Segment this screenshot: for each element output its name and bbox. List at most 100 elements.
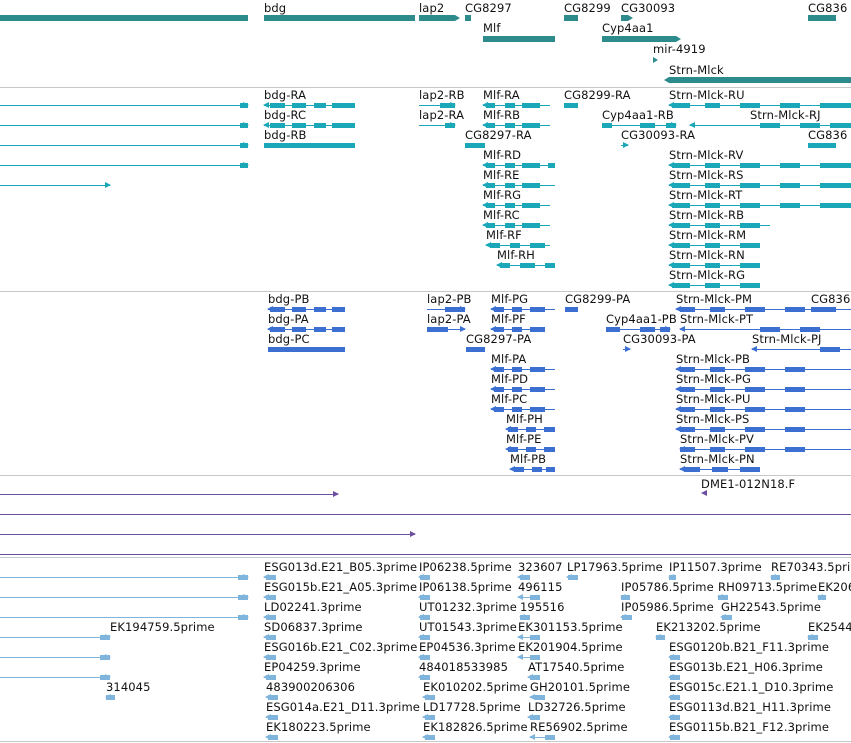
strand-arrow[interactable] xyxy=(751,346,757,352)
exon-block[interactable] xyxy=(522,183,540,188)
transcript-label[interactable]: Strn-Mlck-RT xyxy=(669,189,742,202)
exon-block[interactable] xyxy=(808,635,818,640)
exon-block[interactable] xyxy=(712,467,728,472)
exon-block[interactable] xyxy=(740,223,760,228)
strand-arrow[interactable] xyxy=(460,326,466,332)
exon-block[interactable] xyxy=(522,163,540,168)
strand-arrow[interactable] xyxy=(455,15,460,21)
transcript-label[interactable]: Strn-Mlck-PU xyxy=(676,393,751,406)
exon-block[interactable] xyxy=(494,367,504,372)
exon-block[interactable] xyxy=(240,123,248,128)
exon-block[interactable] xyxy=(740,163,760,168)
exon-block[interactable] xyxy=(314,123,326,128)
exon-block[interactable] xyxy=(680,427,695,432)
feature-line[interactable] xyxy=(0,165,248,166)
exon-block[interactable] xyxy=(266,575,276,580)
exon-block[interactable] xyxy=(266,655,276,660)
exon-block[interactable] xyxy=(745,447,765,452)
strand-arrow[interactable] xyxy=(263,102,269,108)
exon-block[interactable] xyxy=(672,223,690,228)
exon-block[interactable] xyxy=(425,695,435,700)
exon-block[interactable] xyxy=(820,203,851,208)
exon-block[interactable] xyxy=(425,735,435,740)
est-label[interactable]: AT17540.5prime xyxy=(528,661,624,674)
exon-block[interactable] xyxy=(670,655,680,660)
exon-block[interactable] xyxy=(800,327,820,332)
transcript-label[interactable]: Mlf-PE xyxy=(506,433,542,446)
exon-block[interactable] xyxy=(670,675,680,680)
exon-block[interactable] xyxy=(568,575,578,580)
transcript-label[interactable]: Mlf-PG xyxy=(491,293,528,306)
exon-block[interactable] xyxy=(238,575,248,580)
transcript-label[interactable]: Strn-Mlck-RM xyxy=(669,229,746,242)
transcript-label[interactable]: lap2-PB xyxy=(427,293,472,306)
exon-block[interactable] xyxy=(505,103,515,108)
est-label[interactable]: IP11507.3prime xyxy=(669,561,762,574)
transcript-label[interactable]: Mlf-RB xyxy=(483,109,520,122)
exon-block[interactable] xyxy=(710,387,725,392)
strand-arrow[interactable] xyxy=(679,326,685,332)
exon-block[interactable] xyxy=(425,715,435,720)
est-label[interactable]: 195516 xyxy=(520,601,565,614)
est-label[interactable]: LP17963.5prime xyxy=(567,561,663,574)
transcript-label[interactable]: Strn-Mlck-PJ xyxy=(752,333,822,346)
exon-block[interactable] xyxy=(270,123,285,128)
est-label[interactable]: ESG0113d.B21_H11.3prime xyxy=(669,701,831,714)
transcript-label[interactable]: Strn-Mlck-RS xyxy=(669,169,744,182)
exon-block[interactable] xyxy=(483,36,555,42)
transcript-label[interactable]: CG8297-RA xyxy=(465,129,532,142)
strand-arrow[interactable] xyxy=(664,77,669,83)
est-label[interactable]: ESG0120b.B21_F11.3prime xyxy=(669,641,829,654)
exon-block[interactable] xyxy=(292,123,306,128)
exon-block[interactable] xyxy=(530,243,545,248)
exon-block[interactable] xyxy=(440,103,455,108)
transcript-label[interactable]: Cyp4aa1-PB xyxy=(606,313,677,326)
exon-block[interactable] xyxy=(420,615,430,620)
exon-block[interactable] xyxy=(270,307,285,312)
feature-line[interactable] xyxy=(0,514,851,515)
exon-block[interactable] xyxy=(830,123,851,128)
exon-block[interactable] xyxy=(811,307,836,312)
transcript-label[interactable]: Strn-Mlck-PB xyxy=(676,353,750,366)
transcript-label[interactable]: Mlf-RD xyxy=(483,149,521,162)
feature-line[interactable] xyxy=(0,185,110,186)
exon-block[interactable] xyxy=(427,327,448,332)
exon-block[interactable] xyxy=(740,203,760,208)
transcript-label[interactable]: bdg-RC xyxy=(264,109,306,122)
exon-block[interactable] xyxy=(100,675,110,680)
exon-block[interactable] xyxy=(332,327,345,332)
exon-block[interactable] xyxy=(621,595,630,600)
exon-block[interactable] xyxy=(238,615,248,620)
exon-block[interactable] xyxy=(785,387,805,392)
exon-block[interactable] xyxy=(705,263,720,268)
transcript-label[interactable]: Strn-Mlck-PV xyxy=(680,433,754,446)
est-label[interactable]: 496115 xyxy=(518,581,563,594)
exon-block[interactable] xyxy=(745,387,765,392)
exon-block[interactable] xyxy=(494,327,504,332)
exon-block[interactable] xyxy=(740,283,760,288)
exon-block[interactable] xyxy=(680,407,695,412)
gene-label[interactable]: Cyp4aa1 xyxy=(602,22,654,35)
exon-block[interactable] xyxy=(530,675,540,680)
transcript-label[interactable]: Strn-Mlck-PM xyxy=(676,293,752,306)
est-label[interactable]: GH20101.5prime xyxy=(530,681,630,694)
est-label[interactable]: ESG015c.E21.1_D10.3prime xyxy=(669,681,833,694)
est-label[interactable]: SD06837.3prime xyxy=(264,621,363,634)
exon-block[interactable] xyxy=(670,735,680,740)
exon-block[interactable] xyxy=(512,367,522,372)
exon-block[interactable] xyxy=(680,307,695,312)
feature-line[interactable] xyxy=(0,105,248,106)
exon-block[interactable] xyxy=(710,407,725,412)
est-label[interactable]: RE70343.5prime xyxy=(771,561,851,574)
exon-block[interactable] xyxy=(640,327,655,332)
est-label[interactable]: 483900206306 xyxy=(266,681,355,694)
strand-arrow[interactable] xyxy=(333,491,339,497)
transcript-label[interactable]: Mlf-PH xyxy=(506,413,543,426)
exon-block[interactable] xyxy=(508,447,518,452)
exon-block[interactable] xyxy=(270,103,285,108)
exon-block[interactable] xyxy=(512,387,522,392)
exon-block[interactable] xyxy=(785,407,805,412)
exon-block[interactable] xyxy=(684,467,700,472)
exon-block[interactable] xyxy=(268,715,278,720)
exon-block[interactable] xyxy=(465,143,485,148)
